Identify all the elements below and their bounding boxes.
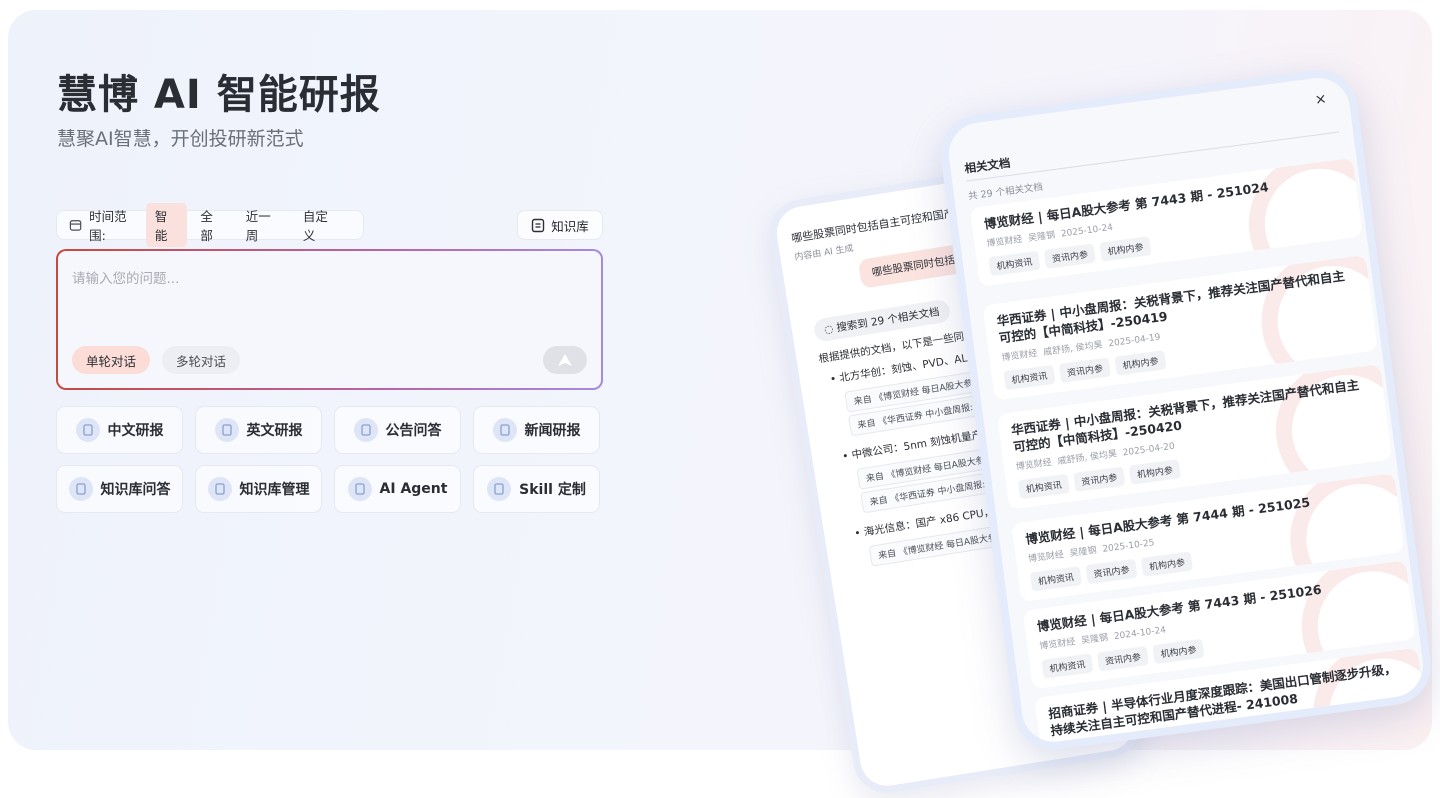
doc-tag[interactable]: 机构资讯 xyxy=(1003,364,1056,391)
related-docs-count: 共 29 个相关文档 xyxy=(967,181,1044,203)
question-input-inner: 单轮对话 多轮对话 xyxy=(58,251,601,388)
multi-turn-button[interactable]: 多轮对话 xyxy=(162,346,241,374)
time-range-bar: 时间范围: 智能 全部 近一周 自定义 xyxy=(56,203,364,247)
doc-source: 博览财经 xyxy=(1001,348,1039,364)
search-result-text: 搜索到 29 个相关文档 xyxy=(835,306,941,335)
close-icon[interactable]: × xyxy=(1314,91,1328,108)
doc-tag[interactable]: 机构资讯 xyxy=(1017,473,1070,500)
feature-label: 公告问答 xyxy=(385,423,442,439)
doc-tag[interactable]: 资讯内参 xyxy=(1096,646,1149,672)
feature-label: AI Agent xyxy=(379,481,448,497)
feature-label: 中文研报 xyxy=(107,423,164,439)
doc-authors: 吴隆钢 xyxy=(1069,545,1098,560)
doc-tag[interactable]: 机构资讯 xyxy=(1041,653,1094,679)
related-docs-title: 相关文档 xyxy=(963,155,1012,176)
feature-chinese-reports[interactable]: 中文研报 xyxy=(56,406,183,454)
page-title: 慧博 AI 智能研报 xyxy=(57,72,381,118)
feature-news-reports[interactable]: 新闻研报 xyxy=(473,406,600,454)
doc-authors: 戚舒扬, 侯均昊 xyxy=(1057,449,1118,467)
report-icon xyxy=(487,477,512,501)
knowledge-base-label: 知识库 xyxy=(551,218,589,234)
feature-english-reports[interactable]: 英文研报 xyxy=(195,406,322,454)
report-icon xyxy=(68,477,93,501)
feature-label: Skill 定制 xyxy=(519,482,586,498)
doc-date: 2025-04-19 xyxy=(1107,332,1162,350)
report-icon xyxy=(75,418,100,442)
report-icon xyxy=(353,418,378,442)
feature-kb-qa[interactable]: 知识库问答 xyxy=(56,465,183,513)
doc-tag[interactable]: 资讯内参 xyxy=(1073,466,1126,492)
doc-authors: 吴隆钢 xyxy=(1080,633,1109,647)
feature-grid: 中文研报 英文研报 公告问答 新闻研报 知识库问答 知识库管理 AI Agent xyxy=(56,406,604,513)
doc-tag[interactable]: 资讯内参 xyxy=(1058,357,1111,383)
time-range-label: 时间范围: xyxy=(89,209,127,243)
report-icon xyxy=(207,477,232,501)
doc-authors: 吴隆钢 xyxy=(1027,230,1056,244)
doc-source: 博览财经 xyxy=(1015,457,1053,473)
doc-tag[interactable]: 机构内参 xyxy=(1099,236,1152,262)
doc-tag[interactable]: 机构内参 xyxy=(1128,459,1181,485)
knowledge-base-button[interactable]: 知识库 xyxy=(517,210,603,240)
doc-tag[interactable]: 机构资讯 xyxy=(1029,566,1082,592)
doc-date: 2025-04-20 xyxy=(1122,441,1176,459)
doc-source: 博览财经 xyxy=(1027,550,1065,565)
doc-date: 2025-10-25 xyxy=(1101,538,1156,555)
time-option-smart[interactable]: 智能 xyxy=(145,203,188,247)
feature-ai-agent[interactable]: AI Agent xyxy=(334,465,461,513)
doc-tag[interactable]: 机构资讯 xyxy=(988,250,1041,277)
doc-date: 2025-10-24 xyxy=(1060,222,1114,240)
time-option-all[interactable]: 全部 xyxy=(191,203,232,247)
doc-tag[interactable]: 机构内参 xyxy=(1152,638,1205,665)
doc-source: 博览财经 xyxy=(986,234,1024,250)
report-icon xyxy=(347,477,372,501)
feature-announcement-qa[interactable]: 公告问答 xyxy=(334,406,461,454)
doc-tag[interactable]: 资讯内参 xyxy=(1043,243,1096,269)
report-icon xyxy=(492,418,517,442)
document-icon xyxy=(532,218,545,232)
feature-skill-custom[interactable]: Skill 定制 xyxy=(473,465,600,513)
send-icon xyxy=(558,354,572,366)
feature-kb-management[interactable]: 知识库管理 xyxy=(195,465,322,513)
calendar-icon xyxy=(69,220,82,231)
feature-label: 知识库问答 xyxy=(100,482,171,498)
question-input-box: 单轮对话 多轮对话 xyxy=(56,249,603,390)
send-button[interactable] xyxy=(543,346,587,374)
doc-tag[interactable]: 机构内参 xyxy=(1140,551,1194,577)
feature-label: 英文研报 xyxy=(246,423,303,439)
doc-tag[interactable]: 资讯内参 xyxy=(1085,558,1138,585)
time-option-custom[interactable]: 自定义 xyxy=(294,203,347,247)
feature-label: 新闻研报 xyxy=(524,423,581,439)
related-docs-phone: × 相关文档 共 29 个相关文档 博览财经 | 每日A股大参考 第 7443 … xyxy=(936,65,1436,755)
page-subtitle: 慧聚AI智慧，开创投研新范式 xyxy=(57,128,304,150)
report-icon xyxy=(214,418,239,442)
single-turn-button[interactable]: 单轮对话 xyxy=(72,346,151,374)
time-option-week[interactable]: 近一周 xyxy=(237,203,290,247)
doc-tag[interactable]: 机构内参 xyxy=(1114,350,1167,376)
doc-source: 博览财经 xyxy=(1039,637,1077,652)
question-input[interactable] xyxy=(72,267,572,327)
doc-date: 2024-10-24 xyxy=(1113,625,1167,643)
doc-authors: 戚舒扬, 侯均昊 xyxy=(1042,340,1104,358)
feature-label: 知识库管理 xyxy=(239,482,310,498)
